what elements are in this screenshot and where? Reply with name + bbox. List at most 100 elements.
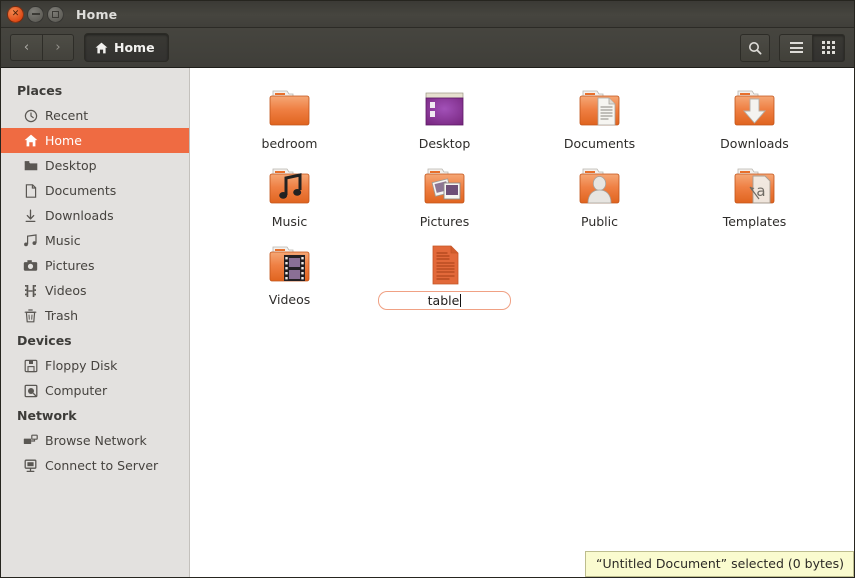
forward-button[interactable]: › [42,34,74,61]
view-mode-buttons [779,33,845,62]
file-item[interactable]: Desktop [367,82,522,159]
status-badge: “Untitled Document” selected (0 bytes) [585,551,854,577]
title-bar: ✕ Home [1,1,854,28]
sidebar-item-floppy-disk[interactable]: Floppy Disk [1,353,189,378]
file-name-label: Downloads [720,136,789,151]
chevron-left-icon: ‹ [23,40,30,55]
sidebar-item-videos[interactable]: Videos [1,278,189,303]
file-name-label: Templates [722,214,787,229]
rename-input[interactable]: table [378,291,511,310]
rename-field-wrapper: table [378,291,511,310]
list-view-icon [789,42,803,53]
file-name-label: Videos [268,292,311,307]
sidebar-item-label: Home [45,133,82,148]
window-controls: ✕ [7,5,64,23]
file-item[interactable]: Documents [522,82,677,159]
minimize-icon [31,13,40,15]
public-folder-icon [575,163,624,210]
sidebar-item-label: Downloads [45,208,114,223]
file-name-label: Desktop [418,136,471,151]
pictures-folder-icon [420,163,469,210]
sidebar-item-label: Documents [45,183,117,198]
close-button[interactable]: ✕ [7,5,24,23]
file-item[interactable]: Pictures [367,160,522,237]
sidebar-item-music[interactable]: Music [1,228,189,253]
download-icon [23,208,38,223]
film-icon [23,283,38,298]
file-list-view[interactable]: bedroom Desktop Documents Downloads Musi… [190,68,854,577]
file-name-label: Music [271,214,308,229]
trash-icon [23,308,38,323]
file-name-label: Documents [563,136,636,151]
sidebar-item-label: Videos [45,283,87,298]
music-folder-icon [265,163,314,210]
sidebar-item-label: Connect to Server [45,458,159,473]
sidebar-item-label: Recent [45,108,89,123]
file-name-label: Pictures [419,214,470,229]
sidebar-item-connect-to-server[interactable]: Connect to Server [1,453,189,478]
music-icon [23,233,38,248]
back-button[interactable]: ‹ [10,34,42,61]
desktop-folder-icon [420,85,469,132]
list-view-button[interactable] [779,33,812,62]
network-icon [23,433,38,448]
computer-icon [23,383,38,398]
floppy-icon [23,358,38,373]
file-item-selected[interactable]: table [367,238,522,315]
sidebar-item-home[interactable]: Home [1,128,189,153]
file-item[interactable]: Downloads [677,82,832,159]
folder-icon [265,85,314,132]
sidebar-item-label: Computer [45,383,108,398]
camera-icon [23,258,38,273]
maximize-button[interactable] [47,5,64,23]
breadcrumb-home[interactable]: Home [84,33,169,62]
sidebar-item-recent[interactable]: Recent [1,103,189,128]
desktop-icon [23,158,38,173]
sidebar-item-label: Desktop [45,158,97,173]
grid-view-button[interactable] [812,33,845,62]
sidebar-item-label: Music [45,233,81,248]
clock-icon [23,108,38,123]
file-name-label: bedroom [261,136,318,151]
search-button[interactable] [740,33,770,62]
sidebar-item-browse-network[interactable]: Browse Network [1,428,189,453]
sidebar: Places Recent Home Desktop Documents Dow… [1,68,190,577]
breadcrumb-label: Home [114,40,155,55]
home-icon [95,42,108,53]
templates-folder-icon: a [730,163,779,210]
file-item[interactable]: Videos [212,238,367,315]
home-icon [23,133,38,148]
search-icon [749,41,762,55]
file-item[interactable]: bedroom [212,82,367,159]
sidebar-item-label: Pictures [45,258,95,273]
file-manager-window: ✕ Home ‹ › Home Places Recent Home Deskt… [0,0,855,578]
sidebar-section-places-title: Places [17,83,63,98]
downloads-folder-icon [730,85,779,132]
sidebar-item-documents[interactable]: Documents [1,178,189,203]
maximize-icon [52,10,59,18]
file-item[interactable]: Public [522,160,677,237]
sidebar-item-downloads[interactable]: Downloads [1,203,189,228]
sidebar-item-pictures[interactable]: Pictures [1,253,189,278]
file-name-label: Public [581,214,618,229]
close-icon: ✕ [11,8,20,19]
documents-folder-icon [575,85,624,132]
sidebar-item-computer[interactable]: Computer [1,378,189,403]
sidebar-item-label: Browse Network [45,433,147,448]
sidebar-item-trash[interactable]: Trash [1,303,189,328]
text-document-icon [420,241,469,288]
navigation-buttons: ‹ › [10,34,74,61]
toolbar: ‹ › Home [1,28,854,68]
icon-grid: bedroom Desktop Documents Downloads Musi… [190,82,854,315]
file-item[interactable]: Music [212,160,367,237]
sidebar-section-network-title: Network [17,408,77,423]
server-icon [23,458,38,473]
text-cursor [460,294,462,307]
sidebar-item-desktop[interactable]: Desktop [1,153,189,178]
grid-view-icon [822,41,835,54]
file-item[interactable]: a Templates [677,160,832,237]
minimize-button[interactable] [27,5,44,23]
window-body: Places Recent Home Desktop Documents Dow… [1,68,854,577]
sidebar-section-devices-title: Devices [17,333,72,348]
sidebar-item-label: Trash [45,308,79,323]
